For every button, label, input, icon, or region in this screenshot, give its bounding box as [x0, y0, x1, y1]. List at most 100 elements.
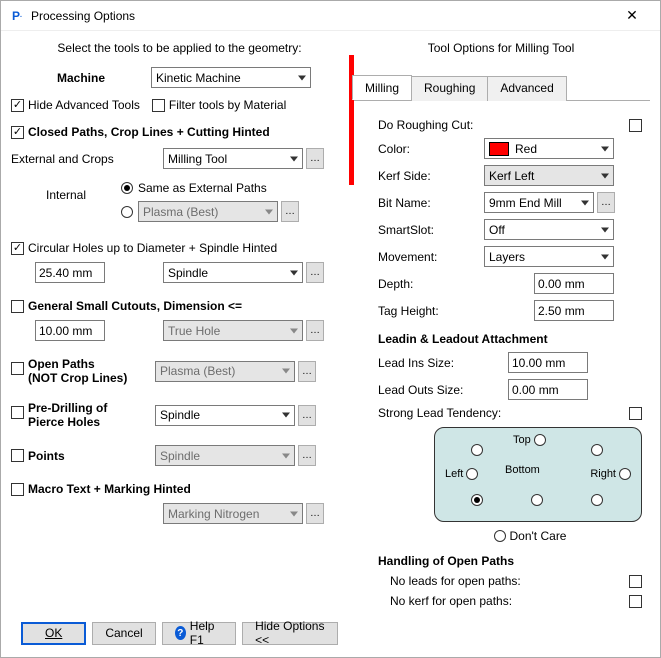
pos-bl-radio[interactable]: [471, 494, 483, 506]
no-leads-checkbox[interactable]: [629, 575, 642, 588]
left-label: Left: [445, 468, 463, 480]
help-icon: ?: [175, 626, 186, 640]
open-paths-header: Handling of Open Paths: [378, 546, 642, 571]
checkbox-icon: [152, 99, 165, 112]
left-header: Select the tools to be applied to the ge…: [11, 39, 348, 63]
strong-lead-label: Strong Lead Tendency:: [378, 406, 538, 420]
movement-label: Movement:: [378, 250, 484, 264]
open-paths-tool-more-button[interactable]: …: [298, 361, 316, 382]
external-crops-label: External and Crops: [11, 152, 163, 166]
dont-care-label: Don't Care: [510, 529, 567, 543]
bottom-label: Bottom: [505, 464, 540, 476]
lead-position-box: Top Left Bottom Right: [434, 427, 642, 522]
lead-outs-label: Lead Outs Size:: [378, 383, 508, 397]
window-title: Processing Options: [31, 9, 135, 23]
macro-text-checkbox[interactable]: Macro Text + Marking Hinted: [11, 482, 191, 496]
pos-right-radio[interactable]: [619, 468, 631, 480]
points-tool-more-button[interactable]: …: [298, 445, 316, 466]
depth-input[interactable]: [534, 273, 614, 294]
ok-button[interactable]: OK: [21, 622, 86, 645]
tab-milling[interactable]: Milling: [352, 75, 412, 100]
same-external-radio[interactable]: [121, 182, 133, 194]
right-header: Tool Options for Milling Tool: [352, 39, 650, 55]
internal-other-radio[interactable]: [121, 206, 133, 218]
external-tool-more-button[interactable]: …: [306, 148, 324, 169]
macro-tool-select: Marking Nitrogen: [163, 503, 303, 524]
do-roughing-label: Do Roughing Cut:: [378, 118, 484, 132]
no-kerf-checkbox[interactable]: [629, 595, 642, 608]
no-leads-label: No leads for open paths:: [390, 574, 521, 588]
cancel-button[interactable]: Cancel: [92, 622, 155, 645]
checkbox-icon: [11, 362, 24, 375]
tag-height-label: Tag Height:: [378, 304, 484, 318]
tab-advanced[interactable]: Advanced: [487, 76, 566, 101]
macro-tool-more-button[interactable]: …: [306, 503, 324, 524]
lead-outs-input[interactable]: [508, 379, 588, 400]
machine-select[interactable]: Kinetic Machine: [151, 67, 311, 88]
circular-tool-more-button[interactable]: …: [306, 262, 324, 283]
external-tool-select[interactable]: Milling Tool: [163, 148, 303, 169]
circular-tool-select[interactable]: Spindle: [163, 262, 303, 283]
checkbox-icon: [11, 99, 24, 112]
right-label: Right: [590, 468, 616, 480]
points-tool-select: Spindle: [155, 445, 295, 466]
lead-ins-input[interactable]: [508, 352, 588, 373]
internal-tool-more-button[interactable]: …: [281, 201, 299, 222]
smartslot-label: SmartSlot:: [378, 223, 484, 237]
internal-tool-select: Plasma (Best): [138, 201, 278, 222]
kerf-side-select[interactable]: Kerf Left: [484, 165, 614, 186]
no-kerf-label: No kerf for open paths:: [390, 594, 512, 608]
pos-br-radio[interactable]: [591, 494, 603, 506]
smartslot-select[interactable]: Off: [484, 219, 614, 240]
general-tool-select: True Hole: [163, 320, 303, 341]
kerf-side-label: Kerf Side:: [378, 169, 484, 183]
close-icon[interactable]: ✕: [612, 2, 652, 30]
open-paths-checkbox[interactable]: Open Paths(NOT Crop Lines): [11, 357, 143, 385]
checkbox-icon: [11, 483, 24, 496]
color-label: Color:: [378, 142, 484, 156]
dont-care-radio[interactable]: [494, 530, 506, 542]
color-swatch: [489, 142, 509, 156]
pos-tl-radio[interactable]: [471, 444, 483, 456]
bit-name-more-button[interactable]: …: [597, 192, 615, 213]
checkbox-icon: [11, 406, 24, 419]
help-button[interactable]: ?Help F1: [162, 622, 236, 645]
tab-bar: Milling Roughing Advanced: [352, 75, 650, 101]
checkbox-icon: [11, 242, 24, 255]
checkbox-icon: [11, 126, 24, 139]
pre-drill-tool-more-button[interactable]: …: [298, 405, 316, 426]
pos-left-radio[interactable]: [466, 468, 478, 480]
tag-height-input[interactable]: [534, 300, 614, 321]
top-label: Top: [513, 434, 531, 446]
leadin-header: Leadin & Leadout Attachment: [378, 324, 642, 349]
general-cutouts-checkbox[interactable]: General Small Cutouts, Dimension <=: [11, 299, 242, 313]
filter-material-checkbox[interactable]: Filter tools by Material: [152, 98, 286, 112]
do-roughing-checkbox[interactable]: [629, 119, 642, 132]
circular-diameter-input[interactable]: [35, 262, 105, 283]
pos-tr-radio[interactable]: [591, 444, 603, 456]
bit-name-select[interactable]: 9mm End Mill: [484, 192, 594, 213]
circular-holes-checkbox[interactable]: Circular Holes up to Diameter + Spindle …: [11, 241, 277, 255]
general-tool-more-button[interactable]: …: [306, 320, 324, 341]
pos-top-radio[interactable]: [534, 434, 546, 446]
pos-bottom-radio[interactable]: [531, 494, 543, 506]
hide-options-button[interactable]: Hide Options <<: [242, 622, 338, 645]
closed-paths-checkbox[interactable]: Closed Paths, Crop Lines + Cutting Hinte…: [11, 125, 270, 139]
title-bar: P. Processing Options ✕: [1, 1, 660, 31]
general-dim-input[interactable]: [35, 320, 105, 341]
open-paths-tool-select: Plasma (Best): [155, 361, 295, 382]
movement-select[interactable]: Layers: [484, 246, 614, 267]
internal-label: Internal: [11, 178, 121, 202]
strong-lead-checkbox[interactable]: [629, 407, 642, 420]
dialog-footer: OK Cancel ?Help F1 Hide Options <<: [11, 613, 348, 653]
pre-drill-tool-select[interactable]: Spindle: [155, 405, 295, 426]
pre-drilling-checkbox[interactable]: Pre-Drilling ofPierce Holes: [11, 401, 143, 429]
tab-roughing[interactable]: Roughing: [411, 76, 488, 101]
checkbox-icon: [11, 449, 24, 462]
left-panel: Select the tools to be applied to the ge…: [11, 39, 348, 653]
app-icon: P.: [9, 8, 25, 24]
hide-advanced-checkbox[interactable]: Hide Advanced Tools: [11, 98, 140, 112]
points-checkbox[interactable]: Points: [11, 449, 143, 463]
lead-ins-label: Lead Ins Size:: [378, 356, 508, 370]
color-select[interactable]: Red: [484, 138, 614, 159]
